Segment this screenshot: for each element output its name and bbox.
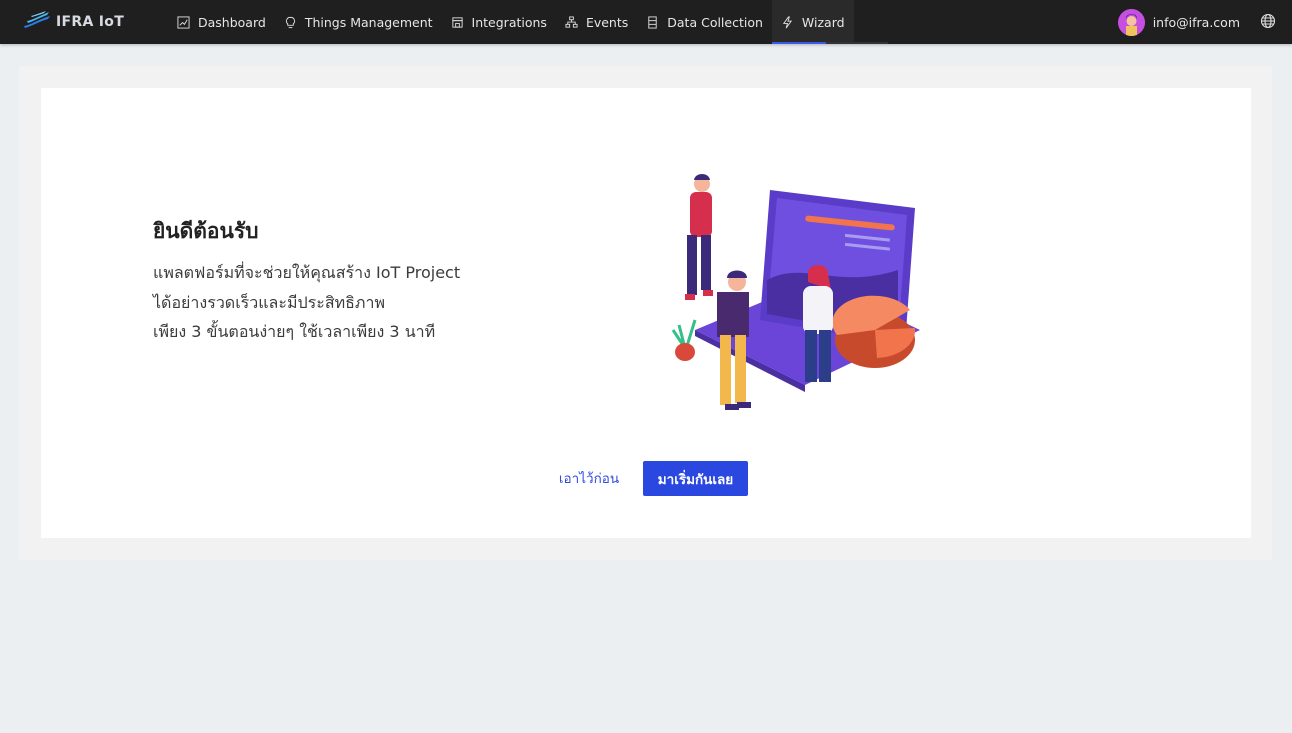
nav-item-integrations[interactable]: Integrations bbox=[442, 0, 556, 44]
nav-item-dashboard[interactable]: Dashboard bbox=[168, 0, 275, 44]
welcome-illustration bbox=[665, 170, 930, 422]
welcome-description-line: แพลตฟอร์มที่จะช่วยให้คุณสร้าง IoT Projec… bbox=[153, 263, 461, 282]
database-icon bbox=[646, 15, 659, 29]
welcome-title: ยินดีต้อนรับ bbox=[153, 219, 259, 243]
brand-logo[interactable]: IFRA IoT bbox=[22, 8, 124, 36]
cluster-icon bbox=[565, 15, 578, 29]
nav-label: Data Collection bbox=[667, 14, 763, 30]
user-avatar bbox=[1117, 8, 1145, 36]
nav-label: Things Management bbox=[304, 14, 433, 30]
nav-divider bbox=[826, 42, 888, 44]
welcome-description-line: ได้อย่างรวดเร็วและมีประสิทธิภาพ bbox=[153, 293, 385, 312]
thunderbolt-icon bbox=[781, 15, 794, 29]
nav-label: Events bbox=[585, 14, 629, 30]
start-button[interactable]: มาเริ่มกันเลย bbox=[643, 461, 748, 496]
storefront-icon bbox=[451, 16, 464, 29]
brand-name: IFRA IoT bbox=[56, 14, 125, 30]
nav-label: Integrations bbox=[471, 14, 547, 30]
user-email: info@ifra.com bbox=[1152, 14, 1240, 30]
main-nav: Dashboard Things Management Integrations… bbox=[168, 0, 854, 44]
nav-label: Dashboard bbox=[198, 14, 266, 30]
ifra-wave-logo-icon bbox=[22, 10, 52, 34]
line-chart-icon bbox=[177, 15, 190, 29]
later-button[interactable]: เอาไว้ก่อน bbox=[553, 461, 625, 495]
top-navbar: IFRA IoT Dashboard Things Management Int… bbox=[0, 0, 1292, 44]
nav-item-wizard[interactable]: Wizard bbox=[771, 0, 854, 44]
welcome-description-line: เพียง 3 ขั้นตอนง่ายๆ ใช้เวลาเพียง 3 นาที bbox=[153, 322, 436, 341]
nav-item-events[interactable]: Events bbox=[556, 0, 637, 44]
nav-item-things-management[interactable]: Things Management bbox=[275, 0, 442, 44]
user-menu[interactable]: info@ifra.com bbox=[1117, 7, 1240, 37]
bulb-icon bbox=[284, 16, 297, 29]
nav-item-data-collection[interactable]: Data Collection bbox=[637, 0, 772, 44]
globe-icon[interactable] bbox=[1260, 13, 1276, 29]
nav-label: Wizard bbox=[801, 14, 845, 30]
